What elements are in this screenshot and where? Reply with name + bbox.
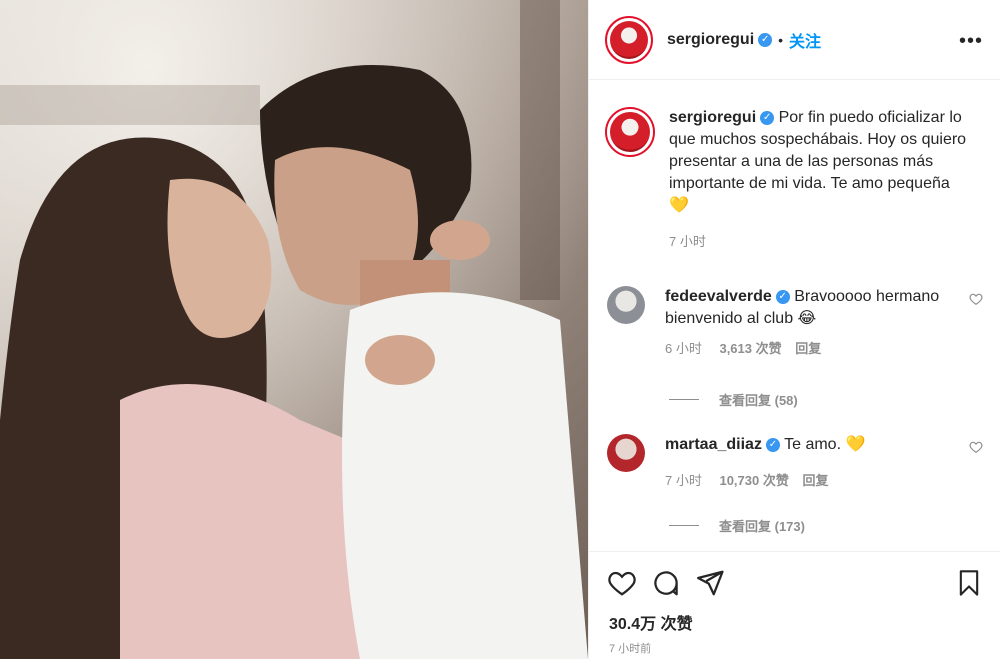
view-replies-label: 查看回复 (58) [719,393,798,408]
post-timestamp: 7 小时前 [609,643,652,655]
reply-button[interactable]: 回复 [802,473,828,488]
author-avatar[interactable] [605,15,653,64]
comment-like-heart-icon[interactable] [969,440,983,454]
caption-avatar-image [610,112,650,152]
comment-time: 6 小时 [665,341,702,356]
bookmark-icon[interactable] [955,568,983,598]
view-replies-link[interactable]: 查看回复 (58) [669,390,798,409]
commenter-avatar[interactable] [607,434,645,472]
heart-icon[interactable] [607,568,637,598]
caption-username[interactable]: sergioregui [669,109,756,126]
author-avatar-image [610,20,648,59]
verified-badge-icon: ✓ [758,32,773,47]
comment-meta: 6 小时 3,613 次赞 回复 [665,338,945,360]
view-replies-divider [669,525,699,526]
separator-dot: • [778,31,784,48]
laughing-emoji: 😂 [797,310,817,327]
follow-button[interactable]: 关注 [789,28,821,52]
comment-body: martaa_diiaz ✓ Te amo. 💛 7 小时 10,730 次赞 回… [665,434,945,492]
comment-icon[interactable] [651,568,681,598]
header-user-block: sergioregui ✓ • 关注 [667,28,821,52]
post-header: sergioregui ✓ • 关注 ••• [589,0,1000,80]
comment-likes[interactable]: 3,613 次赞 [719,341,781,356]
comment-text: Te amo. [784,436,842,453]
comment-likes[interactable]: 10,730 次赞 [719,473,788,488]
photo-illustration [0,0,588,659]
author-username[interactable]: sergioregui [667,31,754,49]
post-modal: sergioregui ✓ • 关注 ••• sergioregui ✓ Por … [0,0,1000,659]
view-replies-link[interactable]: 查看回复 (173) [669,516,805,535]
comment-item: fedeevalverde ✓ Bravooooo hermano bienven… [607,286,987,360]
comment-username[interactable]: martaa_diiaz [665,436,762,453]
yellow-heart-emoji: 💛 [845,436,866,453]
verified-badge-icon: ✓ [775,289,790,304]
caption-avatar[interactable] [605,107,655,157]
view-replies-divider [669,399,699,400]
more-options-icon[interactable]: ••• [959,30,983,53]
send-icon[interactable] [695,568,725,598]
action-icons [607,568,725,598]
comment-body: fedeevalverde ✓ Bravooooo hermano bienven… [665,286,945,360]
reply-button[interactable]: 回复 [795,341,821,356]
yellow-heart-emoji: 💛 [669,197,689,214]
comment-item: martaa_diiaz ✓ Te amo. 💛 7 小时 10,730 次赞 回… [607,434,987,492]
verified-badge-icon: ✓ [760,110,775,125]
post-photo[interactable] [0,0,588,659]
post-caption: sergioregui ✓ Por fin puedo oficializar l… [605,107,985,253]
comment-time: 7 小时 [665,473,702,488]
caption-time: 7 小时 [669,234,706,249]
caption-body: sergioregui ✓ Por fin puedo oficializar l… [669,107,969,253]
commenter-avatar[interactable] [607,286,645,324]
post-like-count[interactable]: 30.4万 次赞 [609,610,693,634]
view-replies-label: 查看回复 (173) [719,519,805,534]
post-actions: 30.4万 次赞 7 小时前 [589,551,1000,659]
comment-like-heart-icon[interactable] [969,292,983,306]
verified-badge-icon: ✓ [765,437,780,452]
post-side-panel: sergioregui ✓ • 关注 ••• sergioregui ✓ Por … [588,0,1000,659]
comment-username[interactable]: fedeevalverde [665,288,772,305]
comment-meta: 7 小时 10,730 次赞 回复 [665,470,945,492]
